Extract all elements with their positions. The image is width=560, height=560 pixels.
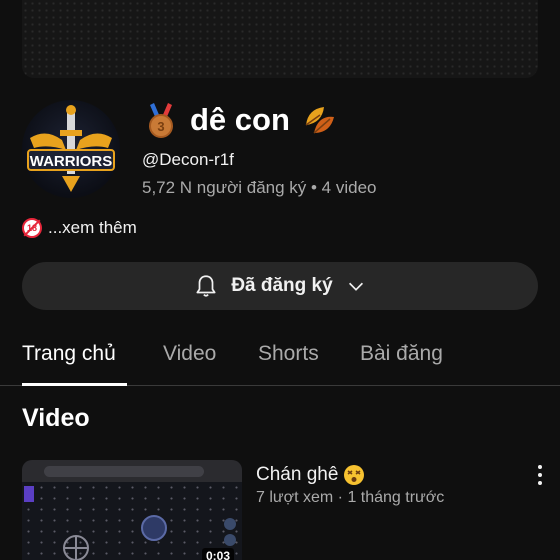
channel-banner [22, 0, 538, 78]
svg-text:3: 3 [157, 119, 164, 134]
chevron-down-icon [348, 282, 363, 291]
tab-posts[interactable]: Bài đăng [360, 342, 443, 366]
video-duration: 0:03 [201, 548, 234, 560]
video-title[interactable]: Chán ghê [256, 463, 366, 487]
channel-stats: 5,72 N người đăng ký • 4 video [142, 178, 377, 197]
active-tab-indicator [22, 383, 127, 386]
thumbnail-game-art [24, 486, 236, 560]
channel-handle: @Decon-r1f [142, 150, 234, 169]
channel-name: 3 dê con [142, 98, 338, 142]
tab-home[interactable]: Trang chủ [22, 342, 116, 366]
avatar-text: WARRIORS [30, 153, 113, 170]
video-title-text: Chán ghê [256, 464, 339, 485]
subscribed-button[interactable]: Đã đăng ký [22, 262, 538, 310]
channel-description[interactable]: 18 ...xem thêm [22, 218, 137, 238]
warriors-logo: WARRIORS [27, 105, 115, 192]
channel-name-text: dê con [190, 102, 290, 137]
dizzy-face-icon [344, 465, 365, 485]
description-text: ...xem thêm [48, 218, 137, 237]
age-restricted-icon: 18 [22, 218, 42, 238]
bell-icon [196, 275, 216, 297]
video-thumbnail[interactable]: 0:03 [22, 460, 242, 560]
video-meta: 7 lượt xem · 1 tháng trước [256, 489, 445, 506]
autumn-leaf-icon [300, 101, 338, 139]
tab-shorts[interactable]: Shorts [258, 342, 319, 366]
avatar[interactable]: WARRIORS [22, 100, 120, 198]
medal-icon: 3 [142, 101, 180, 139]
channel-tabs: Trang chủ Video Shorts Bài đăng [0, 326, 560, 386]
more-vertical-icon[interactable] [530, 462, 550, 488]
subscribed-button-label: Đã đăng ký [231, 275, 333, 296]
tab-videos[interactable]: Video [163, 342, 216, 366]
section-title: Video [22, 404, 90, 432]
